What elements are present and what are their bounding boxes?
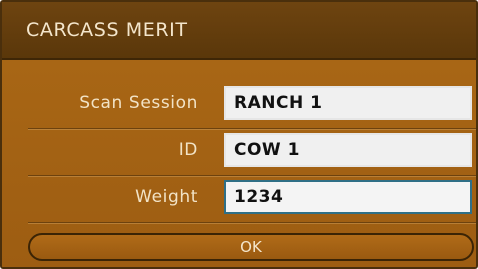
weight-label: Weight — [135, 187, 198, 207]
scan-session-label: Scan Session — [79, 93, 198, 113]
id-label: ID — [178, 140, 198, 160]
title-bar: CARCASS MERIT — [2, 2, 476, 60]
weight-row: Weight — [28, 176, 476, 222]
row-divider — [28, 222, 476, 223]
ok-button[interactable]: OK — [28, 233, 474, 261]
weight-input[interactable] — [224, 180, 472, 214]
scan-session-input[interactable] — [224, 86, 472, 120]
form-area: Scan Session ID Weight OK — [2, 60, 476, 267]
dialog-title: CARCASS MERIT — [26, 19, 188, 41]
scan-session-row: Scan Session — [28, 82, 476, 128]
id-input[interactable] — [224, 133, 472, 167]
carcass-merit-dialog: CARCASS MERIT Scan Session ID Weight OK — [0, 0, 478, 269]
id-row: ID — [28, 129, 476, 175]
